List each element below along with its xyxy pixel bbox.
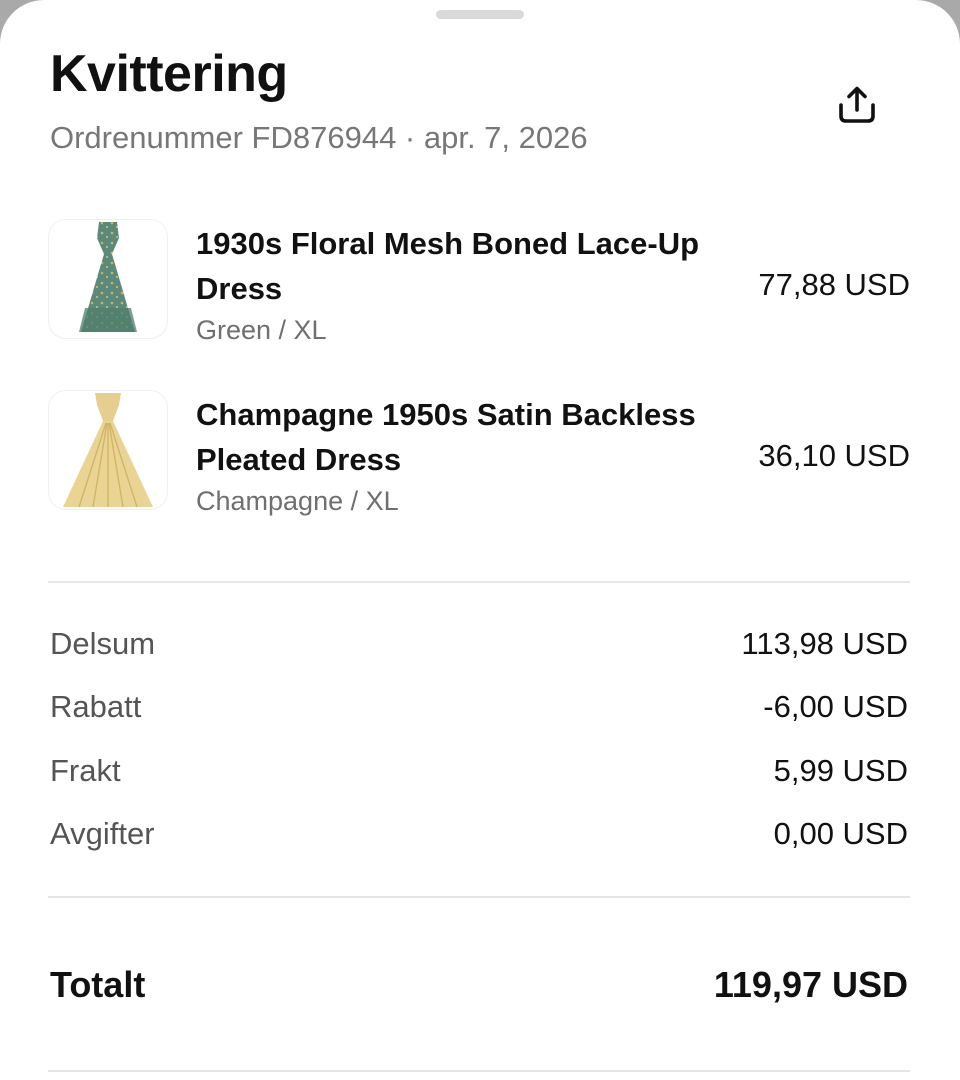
- divider: [48, 896, 910, 898]
- divider: [48, 581, 910, 583]
- order-subtitle: Ordrenummer FD876944 · apr. 7, 2026: [50, 120, 588, 155]
- page-title: Kvittering: [50, 45, 288, 103]
- item-price: 36,10 USD: [758, 438, 910, 473]
- summary-label: Avgifter: [50, 816, 155, 851]
- summary-label: Delsum: [50, 626, 156, 661]
- product-image: [48, 390, 168, 510]
- summary-label: Frakt: [50, 753, 121, 788]
- summary-value: -6,00 USD: [763, 689, 908, 724]
- share-upload-icon: [839, 86, 875, 123]
- summary-value: 0,00 USD: [773, 816, 908, 851]
- dress-thumbnail-icon: [63, 393, 153, 508]
- product-image: [48, 219, 168, 339]
- summary-label: Rabatt: [50, 689, 142, 724]
- share-button[interactable]: [830, 78, 884, 132]
- item-variant: Champagne / XL: [196, 486, 399, 516]
- summary-row-fees: Avgifter 0,00 USD: [50, 816, 908, 860]
- item-variant: Green / XL: [196, 315, 327, 345]
- receipt-sheet: Kvittering Ordrenummer FD876944 · apr. 7…: [0, 0, 960, 1080]
- sheet-grabber-handle[interactable]: [436, 10, 524, 19]
- divider: [48, 1070, 910, 1072]
- dress-thumbnail-icon: [79, 222, 137, 332]
- summary-row-subtotal: Delsum 113,98 USD: [50, 626, 908, 670]
- item-price: 77,88 USD: [758, 267, 910, 302]
- total-value: 119,97 USD: [713, 964, 908, 1005]
- summary-value: 113,98 USD: [741, 626, 908, 661]
- line-item[interactable]: 1930s Floral Mesh Boned Lace-Up Dress Gr…: [48, 219, 910, 349]
- summary-row-shipping: Frakt 5,99 USD: [50, 753, 908, 797]
- summary-row-discount: Rabatt -6,00 USD: [50, 689, 908, 733]
- summary-value: 5,99 USD: [773, 753, 908, 788]
- item-name: 1930s Floral Mesh Boned Lace-Up Dress: [196, 226, 700, 306]
- item-name: Champagne 1950s Satin Backless Pleated D…: [196, 397, 696, 477]
- line-item[interactable]: Champagne 1950s Satin Backless Pleated D…: [48, 390, 910, 520]
- total-label: Totalt: [50, 964, 146, 1005]
